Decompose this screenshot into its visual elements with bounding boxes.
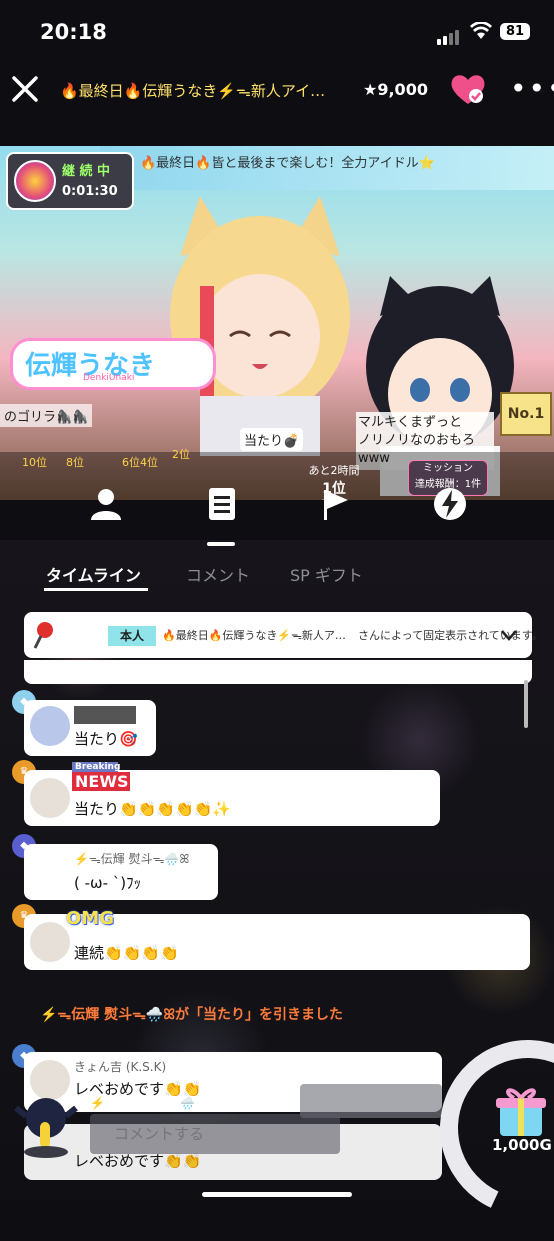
overlay-icons [0, 486, 554, 546]
pin-icon [33, 622, 53, 649]
system-message: ⚡️ᯓ伝輝 熨斗ᯓ🌧️ꕤが「当たり」を引きました [40, 1007, 343, 1023]
heart-icon[interactable] [450, 72, 486, 106]
mission-title: ミッション [423, 463, 473, 474]
overlay-active-indicator [207, 542, 235, 546]
comment-text: ( -ω- `)ﾌｯ [74, 874, 142, 892]
comment-card[interactable]: ⚡️ᯓ伝輝 熨斗ᯓ🌧️ꕤ ( -ω- `)ﾌｯ [24, 844, 218, 900]
battery-indicator: 81 [500, 23, 530, 40]
flag-icon[interactable] [318, 486, 354, 522]
star-count: ★9,000 [363, 80, 428, 99]
banner-text: 🔥最終日🔥皆と最後まで楽しむ！全力アイドル⭐ [140, 156, 435, 171]
remain-label: あと2時間 [308, 464, 360, 477]
pinned-title: 🔥最終日🔥伝輝うなき⚡️ᯓ新人ア… [162, 629, 346, 642]
pinned-badge: 本人 [108, 626, 156, 646]
tab-sp-gift[interactable]: SP ギフト [290, 562, 363, 586]
tab-active-underline [44, 588, 148, 591]
news-badge: Breaking NEWS [72, 762, 130, 791]
comment-text: 連続👏👏👏👏 [74, 944, 179, 962]
omg-badge: OMG [66, 908, 114, 929]
stream-title[interactable]: 🔥最終日🔥伝輝うなき⚡️ᯓ新人アイ… [60, 80, 350, 101]
scrolling-banner: 🔥最終日🔥皆と最後まで楽しむ！全力アイドル⭐ [100, 146, 554, 190]
rank-label: 4位 [140, 456, 158, 469]
wifi-icon [470, 22, 492, 39]
rank-label: 2位 [172, 448, 190, 461]
redacted-name [74, 706, 136, 724]
disco-ball-icon [14, 160, 56, 202]
stream-view[interactable]: 🔥最終日🔥皆と最後まで楽しむ！全力アイドル⭐ 継 続 中 0:01:30 伝輝う… [0, 146, 554, 500]
timeline-tabs: タイムライン コメント SP ギフト [0, 556, 554, 592]
scrollbar[interactable] [524, 680, 528, 728]
onair-time: 0:01:30 [62, 184, 118, 199]
logo-sub: DenkiUnaki [83, 373, 135, 383]
avatar [30, 706, 70, 746]
chevron-down-icon[interactable] [500, 626, 518, 644]
status-time: 20:18 [40, 20, 107, 44]
pinned-comment[interactable]: 本人 🔥最終日🔥伝輝うなき⚡️ᯓ新人ア… さんによって固定表示されています。 [24, 612, 543, 658]
comment-card[interactable]: Breaking NEWS 当たり👏👏👏👏👏✨ [24, 762, 440, 826]
onair-label: 継 続 中 [62, 164, 111, 179]
comment-input[interactable] [90, 1114, 340, 1154]
avatar [30, 850, 70, 890]
onair-badge: 継 続 中 0:01:30 [6, 152, 134, 210]
close-icon[interactable] [10, 74, 40, 104]
news-badge-main: NEWS [72, 772, 130, 791]
comment-text: 当たり👏👏👏👏👏✨ [74, 800, 232, 818]
hit-bubble: 当たり💣 [240, 428, 304, 451]
gift-icon[interactable] [492, 1082, 550, 1140]
rank-label: 10位 [22, 456, 47, 469]
avatar-character-main [170, 196, 350, 456]
tab-comment[interactable]: コメント [186, 562, 250, 586]
no1-badge: No.1 [500, 392, 552, 436]
user-icon[interactable] [88, 486, 124, 522]
tab-timeline[interactable]: タイムライン [46, 562, 141, 586]
stream-header: 🔥最終日🔥伝輝うなき⚡️ᯓ新人アイ… ★9,000 ••• [0, 64, 554, 118]
rank-label: 6位 [122, 456, 140, 469]
comment-user-name: きょん吉 (K.S.K) [74, 1060, 167, 1074]
stream-overlay-text: のゴリラ🦍🦍 [0, 404, 93, 427]
partial-comment-card [24, 660, 532, 684]
signal-icon [437, 26, 461, 45]
gift-amount: 1,000G [492, 1136, 552, 1154]
mini-user-name: ⚡️ᯓ伝輝 熨斗ᯓ🌧️ꕤ [90, 1096, 206, 1110]
stream-logo: 伝輝うなき DenkiUnaki [10, 338, 216, 390]
comment-text: 当たり🎯 [74, 730, 138, 748]
avatar [30, 778, 70, 818]
home-indicator [202, 1192, 352, 1197]
lightning-icon[interactable] [432, 486, 468, 522]
status-bar: 20:18 81 [0, 0, 554, 64]
rank-label: 8位 [66, 456, 84, 469]
avatar [30, 922, 70, 962]
comment-card[interactable]: 当たり🎯 [24, 700, 156, 756]
comment-input-bar[interactable] [90, 1114, 340, 1154]
comment-user-name: ⚡️ᯓ伝輝 熨斗ᯓ🌧️ꕤ [74, 852, 190, 866]
news-badge-top: Breaking [72, 762, 120, 772]
user-avatar-icon[interactable] [10, 1088, 82, 1160]
comment-card[interactable]: OMG 連続👏👏👏👏 [24, 908, 530, 970]
document-icon[interactable] [204, 486, 240, 522]
send-box[interactable] [300, 1084, 442, 1118]
more-icon[interactable]: ••• [510, 75, 554, 103]
